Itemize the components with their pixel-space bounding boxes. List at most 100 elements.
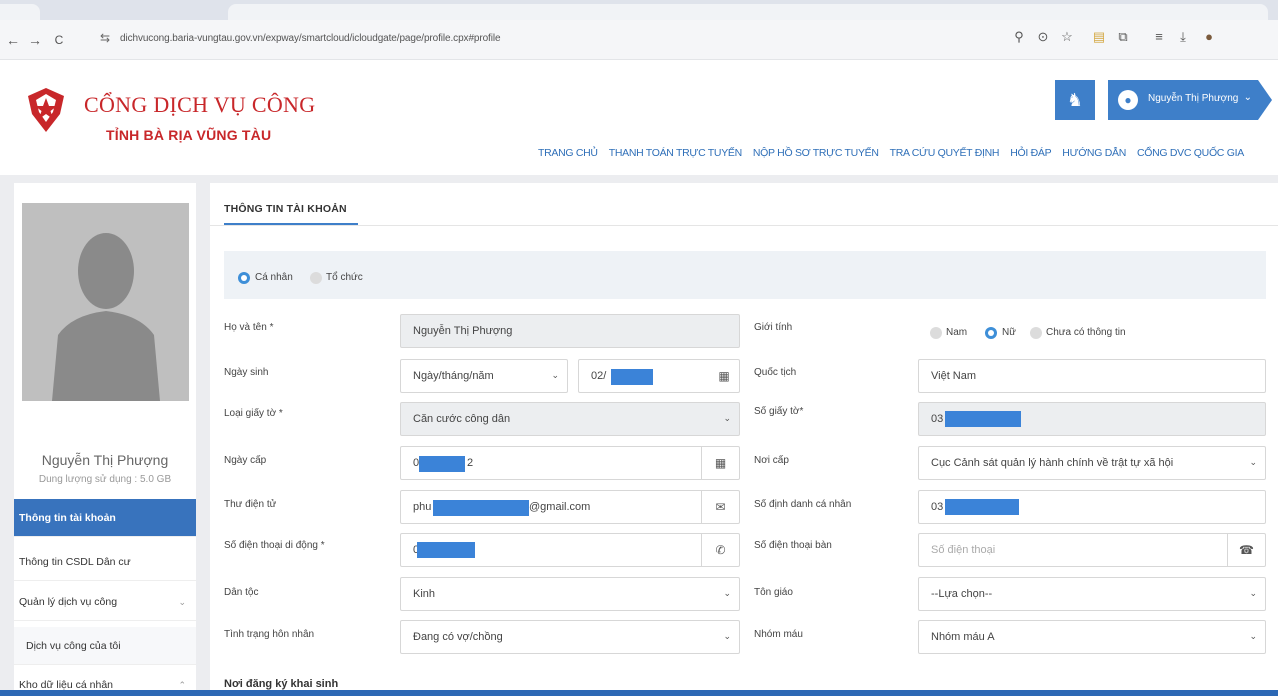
label-gender: Giới tính [754, 322, 793, 333]
chevron-down-icon: ⌄ [178, 597, 186, 607]
nationality-value: Việt Nam [931, 370, 977, 382]
phone-icon: ✆ [701, 534, 739, 566]
extension-icon[interactable]: ▤ [1090, 29, 1108, 45]
landline-field[interactable]: Số điện thoại ☎ [918, 533, 1266, 567]
issue-date-input[interactable]: 0 2 ▦ [400, 446, 740, 480]
browser-toolbar: ← → C ⇆ dichvucong.baria-vungtau.gov.vn/… [0, 20, 1278, 60]
radio-gender-female[interactable] [985, 327, 997, 339]
site-settings-icon[interactable]: ⇆ [100, 31, 110, 45]
ethnicity-select[interactable]: Kinh ⌄ [400, 577, 740, 611]
nationality-field[interactable]: Việt Nam [918, 359, 1266, 393]
radio-organization[interactable] [310, 272, 322, 284]
sidebar-item-label: Quản lý dịch vụ công [19, 596, 118, 608]
id-number-field: 03 [918, 402, 1266, 436]
nav-faq[interactable]: HỎI ĐÁP [1010, 147, 1051, 159]
sidebar-gutter [196, 183, 210, 696]
nav-lookup-decision[interactable]: TRA CỨU QUYẾT ĐỊNH [890, 147, 1000, 159]
personal-id-field[interactable]: 03 [918, 490, 1266, 524]
label-marital-status: Tình trạng hôn nhân [224, 629, 315, 640]
dob-value: 02/ [591, 370, 607, 382]
nav-national-portal[interactable]: CỔNG DVC QUỐC GIA [1137, 147, 1244, 159]
label-email: Thư điện tử [224, 499, 277, 510]
chevron-down-icon: ⌄ [551, 370, 559, 380]
nav-home[interactable]: TRANG CHỦ [538, 147, 598, 159]
chevron-down-icon: ⌄ [1249, 457, 1257, 467]
redaction-mark [945, 499, 1019, 515]
radio-individual[interactable] [238, 272, 250, 284]
sidebar-item-manage-services[interactable]: Quản lý dịch vụ công ⌄ [14, 583, 196, 621]
dob-format-value: Ngày/tháng/năm [413, 370, 494, 382]
full-name-field: Nguyễn Thị Phượng [400, 314, 740, 348]
chevron-down-icon: ⌄ [723, 588, 731, 598]
blood-type-value: Nhóm máu A [931, 631, 995, 643]
id-number-value: 03 [931, 413, 944, 425]
browser-tab-previous[interactable] [0, 4, 40, 20]
religion-select[interactable]: --Lựa chọn-- ⌄ [918, 577, 1266, 611]
landline-placeholder: Số điện thoại [931, 544, 996, 556]
extensions-puzzle-icon[interactable]: ⧉ [1114, 29, 1132, 45]
tab-account-info[interactable]: THÔNG TIN TÀI KHOẢN [224, 203, 347, 215]
calendar-icon[interactable]: ▦ [701, 447, 739, 479]
nav-submit-online[interactable]: NỘP HỒ SƠ TRỰC TUYẾN [753, 147, 879, 159]
label-religion: Tôn giáo [754, 587, 793, 598]
nav-online-payment[interactable]: THANH TOÁN TRỰC TUYẾN [609, 147, 742, 159]
logo-icon[interactable] [22, 86, 70, 136]
user-menu-button[interactable]: ● Nguyễn Thị Phượng ⌄ [1108, 80, 1272, 120]
blood-type-select[interactable]: Nhóm máu A ⌄ [918, 620, 1266, 654]
zoom-icon[interactable]: ⚲ [1010, 29, 1028, 45]
mobile-field[interactable]: 0 ✆ [400, 533, 740, 567]
radio-gender-unknown[interactable] [1030, 327, 1042, 339]
radio-organization-label[interactable]: Tổ chức [326, 272, 363, 283]
issue-place-select[interactable]: Cục Cảnh sát quản lý hành chính về trật … [918, 446, 1266, 480]
sidebar-item-label: Thông tin CSDL Dân cư [19, 556, 131, 568]
radio-individual-label[interactable]: Cá nhân [255, 272, 293, 283]
label-nationality: Quốc tịch [754, 367, 797, 378]
id-type-value: Căn cước công dân [413, 413, 511, 425]
sidebar-item-population-data[interactable]: Thông tin CSDL Dân cư [14, 543, 196, 581]
telephone-icon: ☎ [1227, 534, 1265, 566]
radio-gender-male-label[interactable]: Nam [946, 327, 967, 338]
browser-tab-active[interactable] [228, 4, 1268, 20]
left-gutter [0, 183, 14, 696]
email-field[interactable]: phu @gmail.com ✉ [400, 490, 740, 524]
dob-date-input[interactable]: 02/ ▦ [578, 359, 740, 393]
religion-value: --Lựa chọn-- [931, 588, 993, 600]
radio-gender-male[interactable] [930, 327, 942, 339]
label-blood-type: Nhóm máu [754, 629, 803, 640]
chevron-down-icon: ⌄ [1243, 92, 1252, 103]
back-icon[interactable]: ← [4, 30, 22, 50]
forward-icon[interactable]: → [26, 30, 44, 50]
label-full-name: Họ và tên * [224, 322, 274, 333]
sidebar-item-account-info[interactable]: Thông tin tài khoản [14, 499, 196, 537]
bottom-strip [0, 690, 1278, 696]
calendar-icon[interactable]: ▦ [709, 360, 739, 392]
url-text[interactable]: dichvucong.baria-vungtau.gov.vn/expway/s… [120, 33, 501, 44]
dob-format-select[interactable]: Ngày/tháng/năm ⌄ [400, 359, 568, 393]
bookmark-star-icon[interactable]: ☆ [1058, 29, 1076, 45]
marital-status-select[interactable]: Đang có vợ/chồng ⌄ [400, 620, 740, 654]
sidebar-user-name: Nguyễn Thị Phượng [41, 452, 169, 468]
site-title[interactable]: CỔNG DỊCH VỤ CÔNG [84, 92, 315, 118]
chevron-down-icon: ⌄ [1249, 588, 1257, 598]
avatar[interactable] [22, 203, 189, 401]
site-subtitle: TỈNH BÀ RỊA VŨNG TÀU [106, 127, 272, 143]
label-mobile: Số điện thoại di động * [224, 540, 325, 551]
top-navigation: TRANG CHỦ THANH TOÁN TRỰC TUYẾN NỘP HỒ SƠ … [538, 147, 1255, 159]
chevron-down-icon: ⌄ [723, 413, 731, 423]
storage-quota: Dung lượng sử dụng : 5.0 GB [38, 474, 172, 485]
label-landline: Số điện thoại bàn [754, 540, 832, 551]
reading-list-icon[interactable]: ≡ [1150, 29, 1168, 44]
radio-gender-unknown-label[interactable]: Chưa có thông tin [1046, 327, 1126, 338]
address-bar[interactable]: ⇆ dichvucong.baria-vungtau.gov.vn/expway… [92, 28, 1092, 52]
radio-gender-female-label[interactable]: Nữ [1002, 327, 1016, 338]
download-icon[interactable]: ⤓ [1174, 29, 1192, 45]
location-icon[interactable]: ⊙ [1034, 29, 1052, 45]
user-icon: ● [1118, 90, 1138, 110]
reload-icon[interactable]: C [50, 30, 68, 50]
sidebar-item-my-services[interactable]: Dịch vụ công của tôi [14, 627, 196, 665]
id-type-select[interactable]: Căn cước công dân ⌄ [400, 402, 740, 436]
profile-avatar-icon[interactable]: ● [1200, 29, 1218, 44]
nav-guide[interactable]: HƯỚNG DẪN [1062, 147, 1126, 159]
notification-bell-icon[interactable]: ♞ [1055, 80, 1095, 120]
redaction-mark [433, 500, 529, 516]
